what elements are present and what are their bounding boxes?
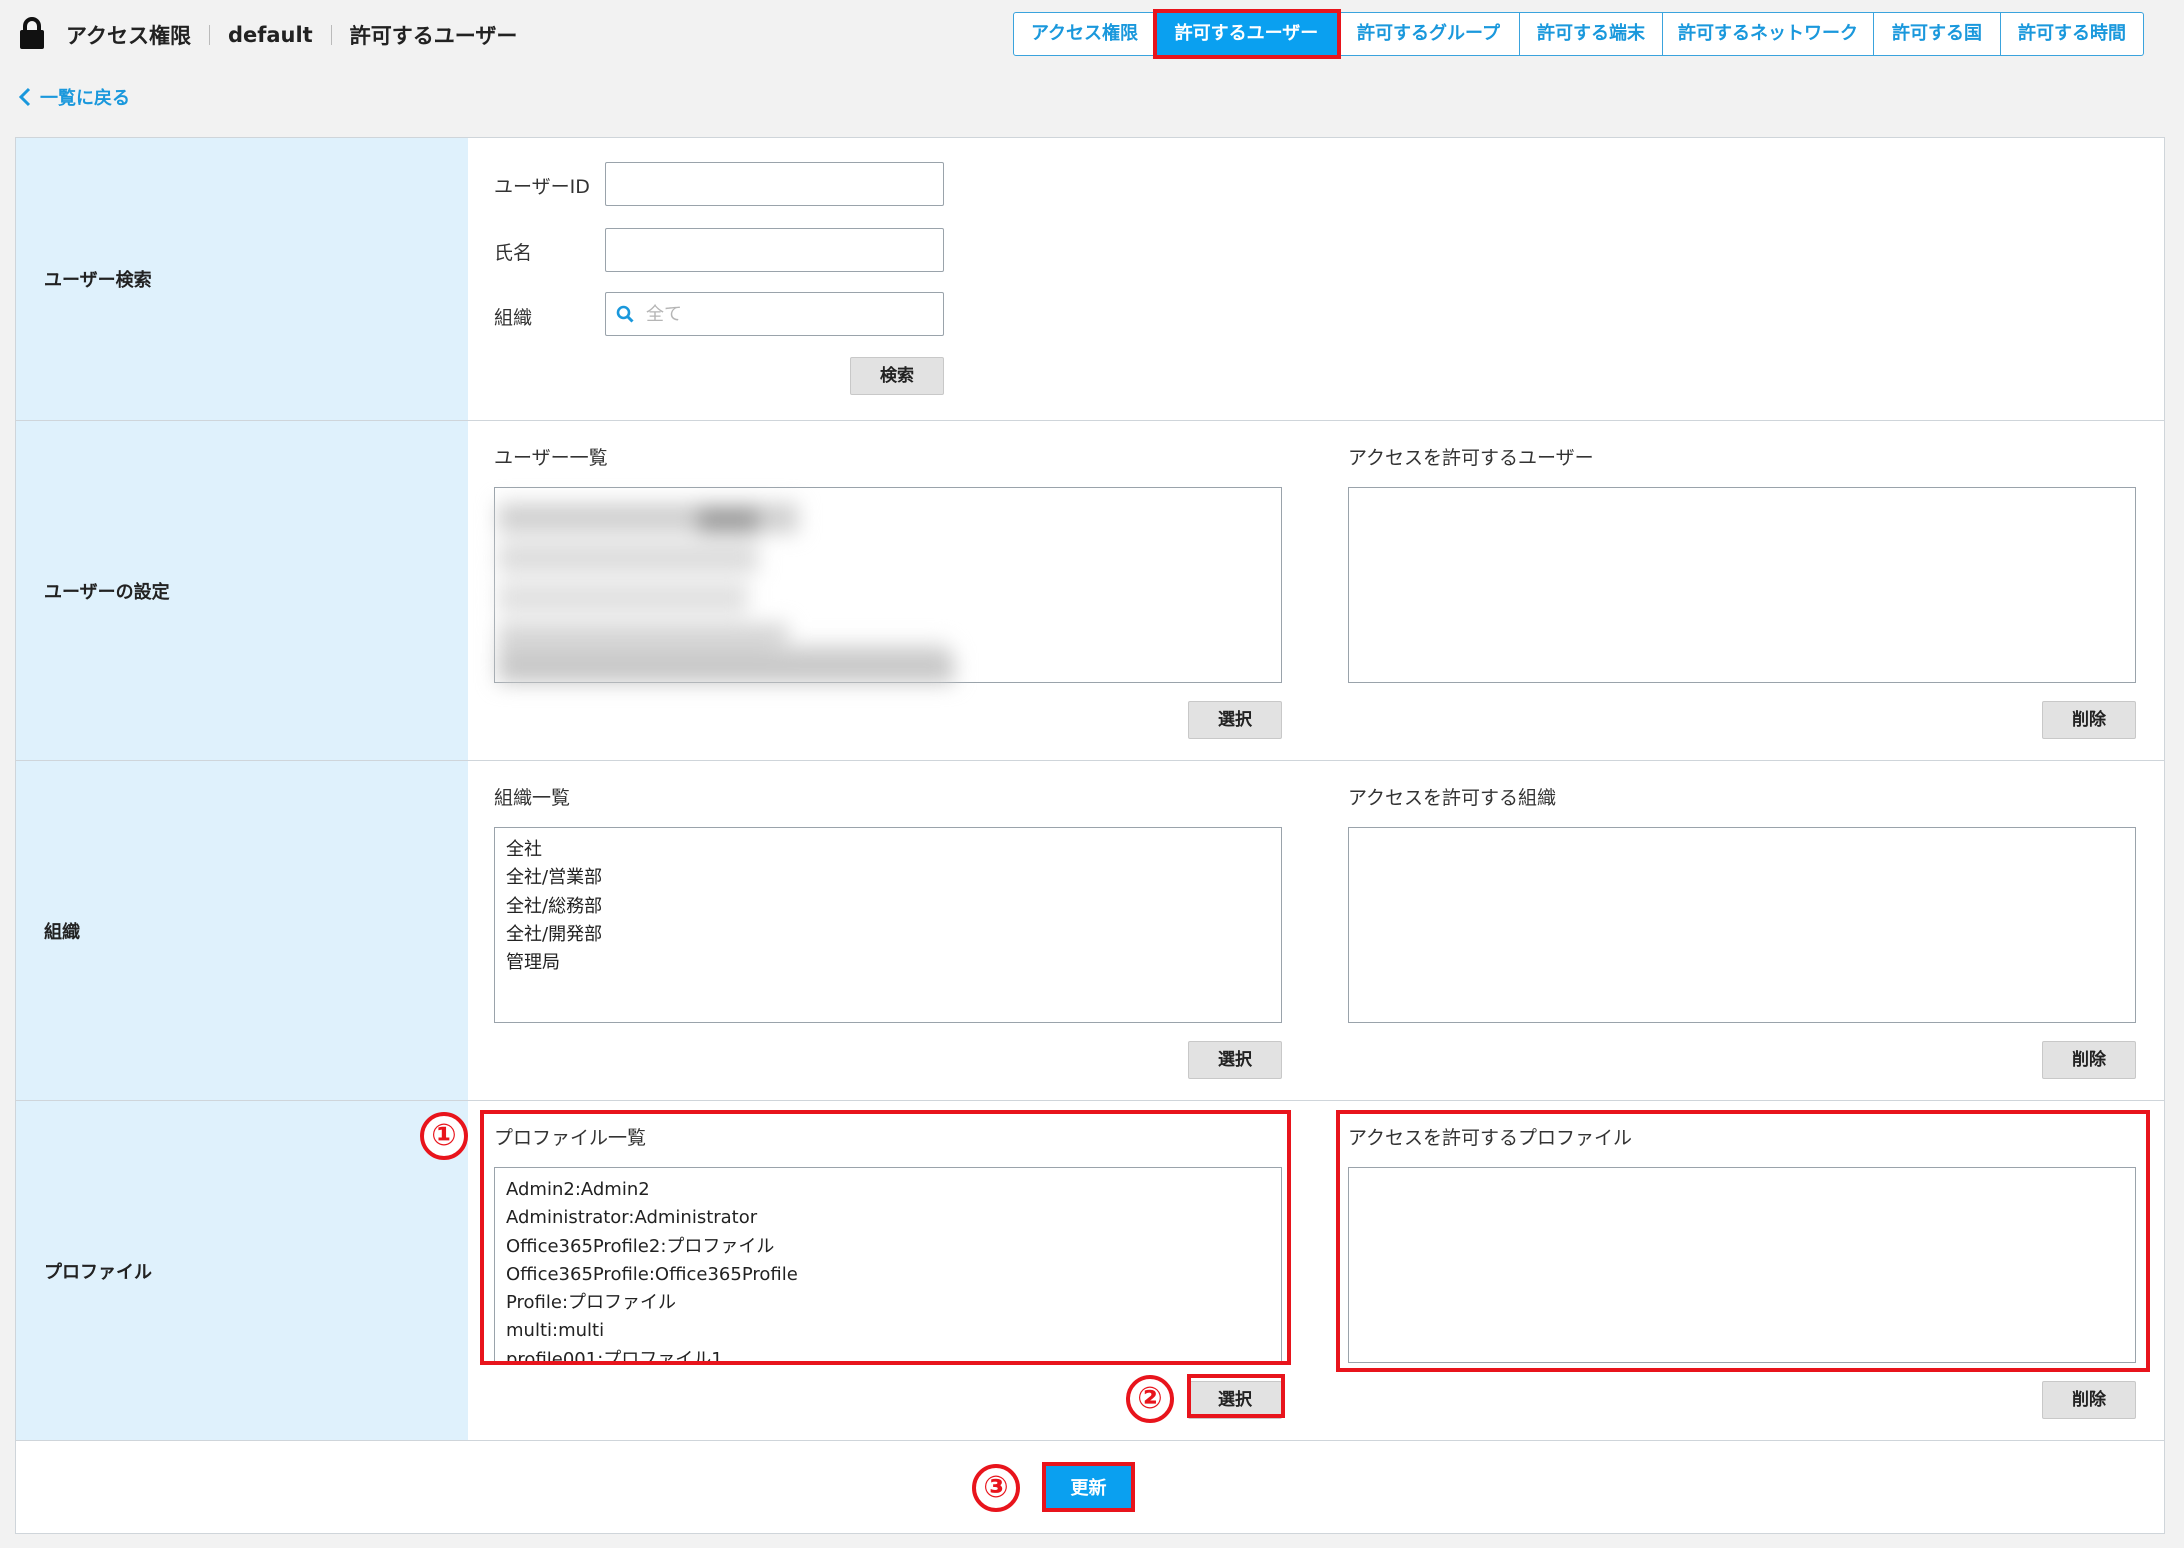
org-select-button[interactable]: 選択 xyxy=(1188,1041,1282,1079)
breadcrumb-separator xyxy=(330,25,332,45)
tab-2[interactable]: 許可するユーザー xyxy=(1153,9,1341,59)
user-settings-label: ユーザーの設定 xyxy=(16,421,468,760)
update-button[interactable]: 更新 xyxy=(1042,1462,1135,1512)
org-search-field[interactable] xyxy=(605,292,944,336)
redacted-user-list xyxy=(498,503,954,683)
user-id-input[interactable] xyxy=(605,162,944,206)
profile-list-title: プロファイル一覧 xyxy=(494,1127,647,1149)
tab-7[interactable]: 許可する時間 xyxy=(2001,12,2144,56)
back-to-list-link[interactable]: 一覧に戻る xyxy=(18,84,130,110)
allowed-orgs-title: アクセスを許可する組織 xyxy=(1348,787,1557,809)
tab-3[interactable]: 許可するグループ xyxy=(1338,12,1520,56)
step-marker-1: ① xyxy=(420,1112,468,1160)
back-link-label: 一覧に戻る xyxy=(40,88,130,109)
breadcrumb-separator xyxy=(208,25,210,45)
org-listbox[interactable]: 全社 全社/営業部 全社/総務部 全社/開発部 管理局 xyxy=(494,827,1282,1023)
allowed-users-listbox[interactable] xyxy=(1348,487,2136,683)
search-icon xyxy=(616,305,634,323)
tab-bar: アクセス権限 許可するユーザー 許可するグループ 許可する端末 許可するネットワーク 許可… xyxy=(1013,9,2144,59)
org-delete-button[interactable]: 削除 xyxy=(2042,1041,2136,1079)
list-item[interactable]: 全社/開発部 xyxy=(506,921,1270,949)
profile-row: プロファイル プロファイル一覧 Admin2:Admin2 Administrat… xyxy=(16,1101,2164,1441)
user-search-row: ユーザー検索 ユーザーID 氏名 組織 検索 xyxy=(16,138,2164,421)
profile-listbox[interactable]: Admin2:Admin2 Administrator:Administrator… xyxy=(494,1167,1282,1363)
user-list-title: ユーザー一覧 xyxy=(494,447,608,469)
page-header: アクセス権限 default 許可するユーザー アクセス権限 許可するユーザー 許可… xyxy=(0,0,2184,70)
list-item[interactable]: Office365Profile:Office365Profile xyxy=(506,1261,1270,1289)
breadcrumb-current: 許可するユーザー xyxy=(349,24,518,48)
organization-row: 組織 組織一覧 全社 全社/営業部 全社/総務部 全社/開発部 管理局 アクセスを許可す… xyxy=(16,761,2164,1101)
step-marker-2: ② xyxy=(1126,1375,1174,1423)
list-item[interactable]: Profile:プロファイル xyxy=(506,1289,1270,1317)
org-list-title: 組織一覧 xyxy=(494,787,571,809)
user-delete-button[interactable]: 削除 xyxy=(2042,701,2136,739)
list-item[interactable]: 全社/営業部 xyxy=(506,864,1270,892)
step-marker-3: ③ xyxy=(972,1464,1020,1512)
search-button[interactable]: 検索 xyxy=(850,357,944,395)
allowed-orgs-listbox[interactable] xyxy=(1348,827,2136,1023)
user-id-label: ユーザーID xyxy=(494,176,590,198)
tab-6[interactable]: 許可する国 xyxy=(1874,12,2001,56)
lock-icon xyxy=(20,17,44,49)
list-item[interactable]: 全社 xyxy=(506,836,1270,864)
profile-select-button[interactable]: 選択 xyxy=(1188,1381,1282,1419)
breadcrumb: アクセス権限 default 許可するユーザー xyxy=(66,18,517,52)
profile-label: プロファイル xyxy=(16,1101,468,1440)
list-item[interactable]: Admin2:Admin2 xyxy=(506,1176,1270,1204)
tab-1[interactable]: アクセス権限 xyxy=(1013,12,1156,56)
name-input[interactable] xyxy=(605,228,944,272)
list-item[interactable]: 管理局 xyxy=(506,949,1270,977)
list-item[interactable]: multi:multi xyxy=(506,1317,1270,1345)
list-item[interactable]: Office365Profile2:プロファイル xyxy=(506,1233,1270,1261)
list-item[interactable]: profile001:プロファイル1 xyxy=(506,1346,1270,1362)
allowed-users-title: アクセスを許可するユーザー xyxy=(1348,447,1594,469)
allowed-profiles-listbox[interactable] xyxy=(1348,1167,2136,1363)
breadcrumb-access: アクセス権限 xyxy=(66,24,191,48)
tab-4[interactable]: 許可する端末 xyxy=(1520,12,1663,56)
list-item[interactable]: 全社/総務部 xyxy=(506,893,1270,921)
breadcrumb-policy: default xyxy=(227,23,313,47)
chevron-left-icon xyxy=(18,87,31,107)
list-item[interactable]: Administrator:Administrator xyxy=(506,1204,1270,1232)
org-search-input[interactable] xyxy=(646,303,916,325)
settings-panel: ユーザー検索 ユーザーID 氏名 組織 検索 ユーザーの設定 ユーザー一覧 アク… xyxy=(15,137,2165,1534)
user-settings-row: ユーザーの設定 ユーザー一覧 アクセスを許可するユーザー 選択 削除 xyxy=(16,421,2164,761)
profile-delete-button[interactable]: 削除 xyxy=(2042,1381,2136,1419)
allowed-profiles-title: アクセスを許可するプロファイル xyxy=(1348,1127,1633,1149)
name-label: 氏名 xyxy=(494,242,533,264)
tab-5[interactable]: 許可するネットワーク xyxy=(1663,12,1874,56)
user-select-button[interactable]: 選択 xyxy=(1188,701,1282,739)
user-search-label: ユーザー検索 xyxy=(16,138,468,420)
organization-label: 組織 xyxy=(16,761,468,1100)
org-label: 組織 xyxy=(494,307,533,329)
